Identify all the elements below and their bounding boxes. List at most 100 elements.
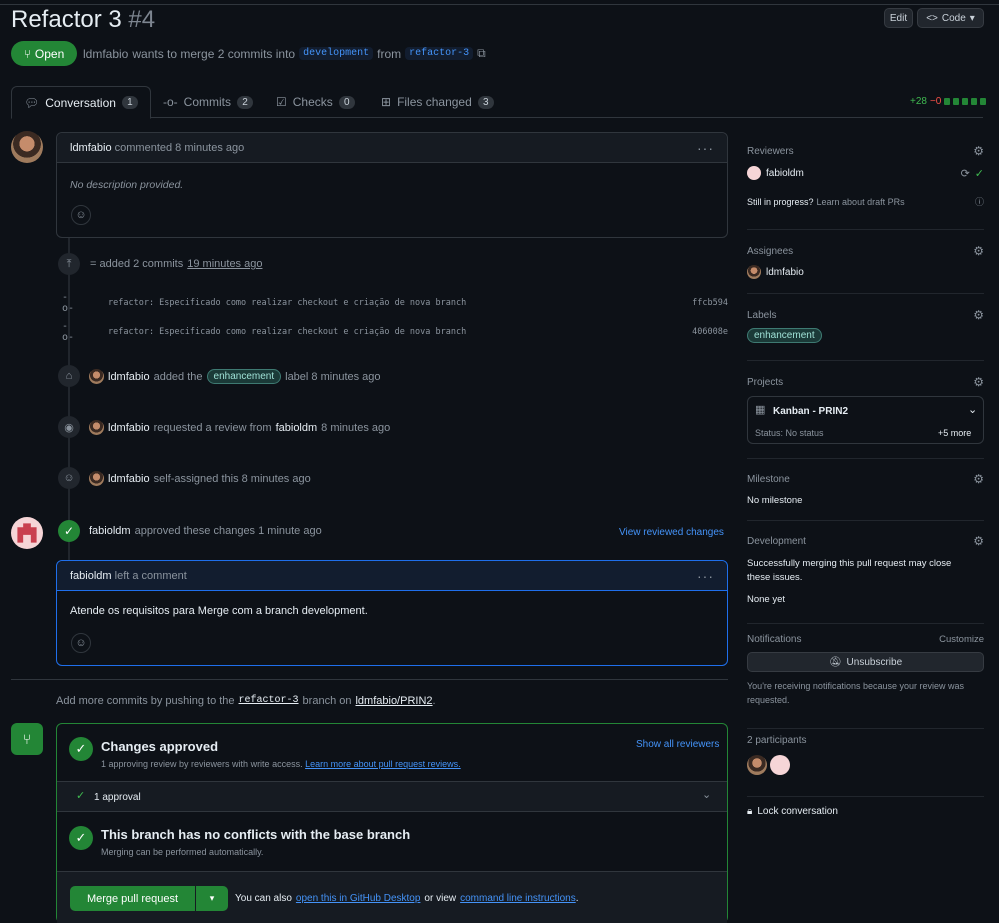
approval-sub: 1 approving review by reviewers with wri… — [101, 759, 461, 769]
unsubscribe-button[interactable]: 🔕︎ Unsubscribe — [747, 652, 984, 672]
tab-label: Conversation — [45, 95, 116, 110]
project-status[interactable]: Status: No status — [755, 428, 824, 438]
merge-pull-request-button[interactable]: Merge pull request — [70, 886, 195, 911]
approval-count-row[interactable]: ✓ 1 approval ⌄ — [57, 782, 727, 812]
commit-message[interactable]: refactor: Especificado como realizar che… — [108, 327, 692, 337]
lock-icon: 🔒︎ — [747, 806, 753, 817]
event-text: = added 2 commits — [90, 258, 184, 270]
show-all-reviewers-link[interactable]: Show all reviewers — [636, 739, 719, 750]
info-icon[interactable]: ⓘ — [975, 195, 984, 208]
gear-icon[interactable]: ⚙ — [973, 308, 984, 322]
tag-icon: ⌂ — [58, 365, 80, 387]
divider — [11, 679, 728, 680]
edit-button[interactable]: Edit — [884, 8, 913, 28]
comment-body: Atende os requisitos para Merge com a br… — [70, 605, 368, 617]
comment-header: fabioldm left a comment ··· — [57, 561, 727, 591]
table-icon: ▦ — [755, 404, 766, 416]
avatar[interactable] — [89, 369, 104, 384]
project-card[interactable]: ▦ Kanban - PRIN2 ⌄ Status: No status +5 … — [747, 396, 984, 444]
avatar[interactable] — [89, 471, 104, 486]
sidebar-participants: 2 participants — [747, 735, 984, 797]
reviewer-row: fabioldm ⟳ ✓ — [747, 166, 984, 180]
code-button[interactable]: <> Code ▾ — [917, 8, 984, 28]
draft-hint: Still in progress? Learn about draft PRs… — [747, 195, 984, 208]
gear-icon[interactable]: ⚙ — [973, 244, 984, 258]
kebab-icon[interactable]: ··· — [697, 140, 714, 156]
pull-request-icon: ⑂ — [23, 46, 31, 61]
event-time-link[interactable]: 19 minutes ago — [187, 258, 262, 270]
commit-message[interactable]: refactor: Especificado como realizar che… — [108, 298, 692, 308]
tab-checks[interactable]: ☑ Checks 0 — [276, 86, 355, 118]
draft-link[interactable]: Learn about draft PRs — [817, 197, 905, 207]
github-desktop-link[interactable]: open this in GitHub Desktop — [296, 893, 421, 904]
avatar[interactable] — [747, 755, 767, 775]
smiley-icon[interactable]: ☺ — [71, 205, 91, 225]
conflict-section: ✓ This branch has no conflicts with the … — [57, 812, 727, 871]
caret-down-icon: ▾ — [969, 12, 975, 24]
section-title: Notifications — [747, 634, 802, 645]
commit-row: -o- refactor: Especificado como realizar… — [62, 292, 728, 314]
lock-conversation[interactable]: 🔒︎ Lock conversation — [747, 806, 838, 817]
event-user[interactable]: ldmfabio — [108, 473, 150, 485]
smiley-icon[interactable]: ☺ — [71, 633, 91, 653]
view-reviewed-changes-link[interactable]: View reviewed changes — [619, 527, 724, 538]
section-title: Milestone — [747, 473, 790, 485]
author-link[interactable]: ldmfabio — [83, 47, 128, 61]
pr-tabs: 💬︎ Conversation 1 -o- Commits 2 ☑ Checks… — [11, 86, 983, 119]
merge-options-caret-icon[interactable]: ▾ — [196, 886, 228, 911]
label-pill[interactable]: enhancement — [747, 328, 822, 343]
comment-author[interactable]: fabioldm — [70, 570, 112, 582]
gear-icon[interactable]: ⚙ — [973, 375, 984, 389]
diff-square — [971, 98, 978, 105]
avatar[interactable] — [11, 131, 43, 163]
avatar[interactable] — [11, 517, 43, 549]
avatar[interactable] — [89, 420, 104, 435]
milestone-value: No milestone — [747, 495, 803, 506]
approve-event: fabioldm approved these changes 1 minute… — [89, 525, 322, 537]
event-user[interactable]: ldmfabio — [108, 422, 150, 434]
tab-conversation[interactable]: 💬︎ Conversation 1 — [11, 86, 151, 119]
chevron-down-icon[interactable]: ⌄ — [968, 403, 977, 416]
commit-sha[interactable]: ffcb594 — [692, 298, 728, 308]
gear-icon[interactable]: ⚙ — [973, 144, 984, 158]
reviewer-name[interactable]: fabioldm — [766, 168, 804, 179]
label-pill[interactable]: enhancement — [206, 369, 282, 384]
learn-more-link[interactable]: Learn more about pull request reviews. — [305, 759, 461, 769]
person-icon: ☺ — [58, 467, 80, 489]
assignee-name[interactable]: ldmfabio — [766, 267, 804, 278]
git-merge-icon: ⑂ — [11, 723, 43, 755]
sync-icon[interactable]: ⟳ — [961, 167, 970, 180]
base-branch[interactable]: development — [299, 47, 374, 60]
comment-author[interactable]: ldmfabio — [70, 142, 112, 154]
avatar[interactable] — [770, 755, 790, 775]
project-more[interactable]: +5 more — [938, 428, 971, 438]
comment-box: ldmfabio commented 8 minutes ago ··· No … — [56, 132, 728, 238]
branch-link[interactable]: refactor-3 — [239, 695, 299, 707]
check-circle-icon: ✓ — [69, 826, 93, 850]
avatar[interactable] — [747, 265, 761, 279]
tab-commits[interactable]: -o- Commits 2 — [163, 86, 254, 118]
event-user[interactable]: fabioldm — [89, 525, 131, 537]
tab-files-changed[interactable]: ⊞ Files changed 3 — [381, 86, 494, 118]
bell-slash-icon: 🔕︎ — [828, 656, 842, 668]
section-title: Projects — [747, 376, 784, 388]
comment-meta: left a comment — [114, 569, 187, 582]
repo-link[interactable]: ldmfabio/PRIN2 — [355, 695, 432, 707]
project-name[interactable]: Kanban - PRIN2 — [773, 406, 848, 417]
sidebar-development: Development ⚙ Successfully merging this p… — [747, 534, 984, 624]
gear-icon[interactable]: ⚙ — [973, 472, 984, 486]
event-user[interactable]: ldmfabio — [108, 371, 150, 383]
sidebar-reviewers: Reviewers ⚙ fabioldm ⟳ ✓ Still in progres… — [747, 144, 984, 230]
head-branch[interactable]: refactor-3 — [405, 47, 474, 60]
cli-instructions-link[interactable]: command line instructions — [460, 893, 576, 904]
customize-link[interactable]: Customize — [939, 634, 984, 645]
kebab-icon[interactable]: ··· — [697, 568, 714, 584]
avatar[interactable] — [747, 166, 761, 180]
gear-icon[interactable]: ⚙ — [973, 534, 984, 548]
chevron-down-icon[interactable]: ⌄ — [702, 788, 711, 801]
copy-icon[interactable]: ⧉ — [477, 46, 486, 61]
approval-sub-text: 1 approving review by reviewers with wri… — [101, 759, 303, 769]
diffstat: +28 −0 — [910, 96, 987, 107]
commit-sha[interactable]: 406008e — [692, 327, 728, 337]
event-target-user[interactable]: fabioldm — [276, 422, 318, 434]
